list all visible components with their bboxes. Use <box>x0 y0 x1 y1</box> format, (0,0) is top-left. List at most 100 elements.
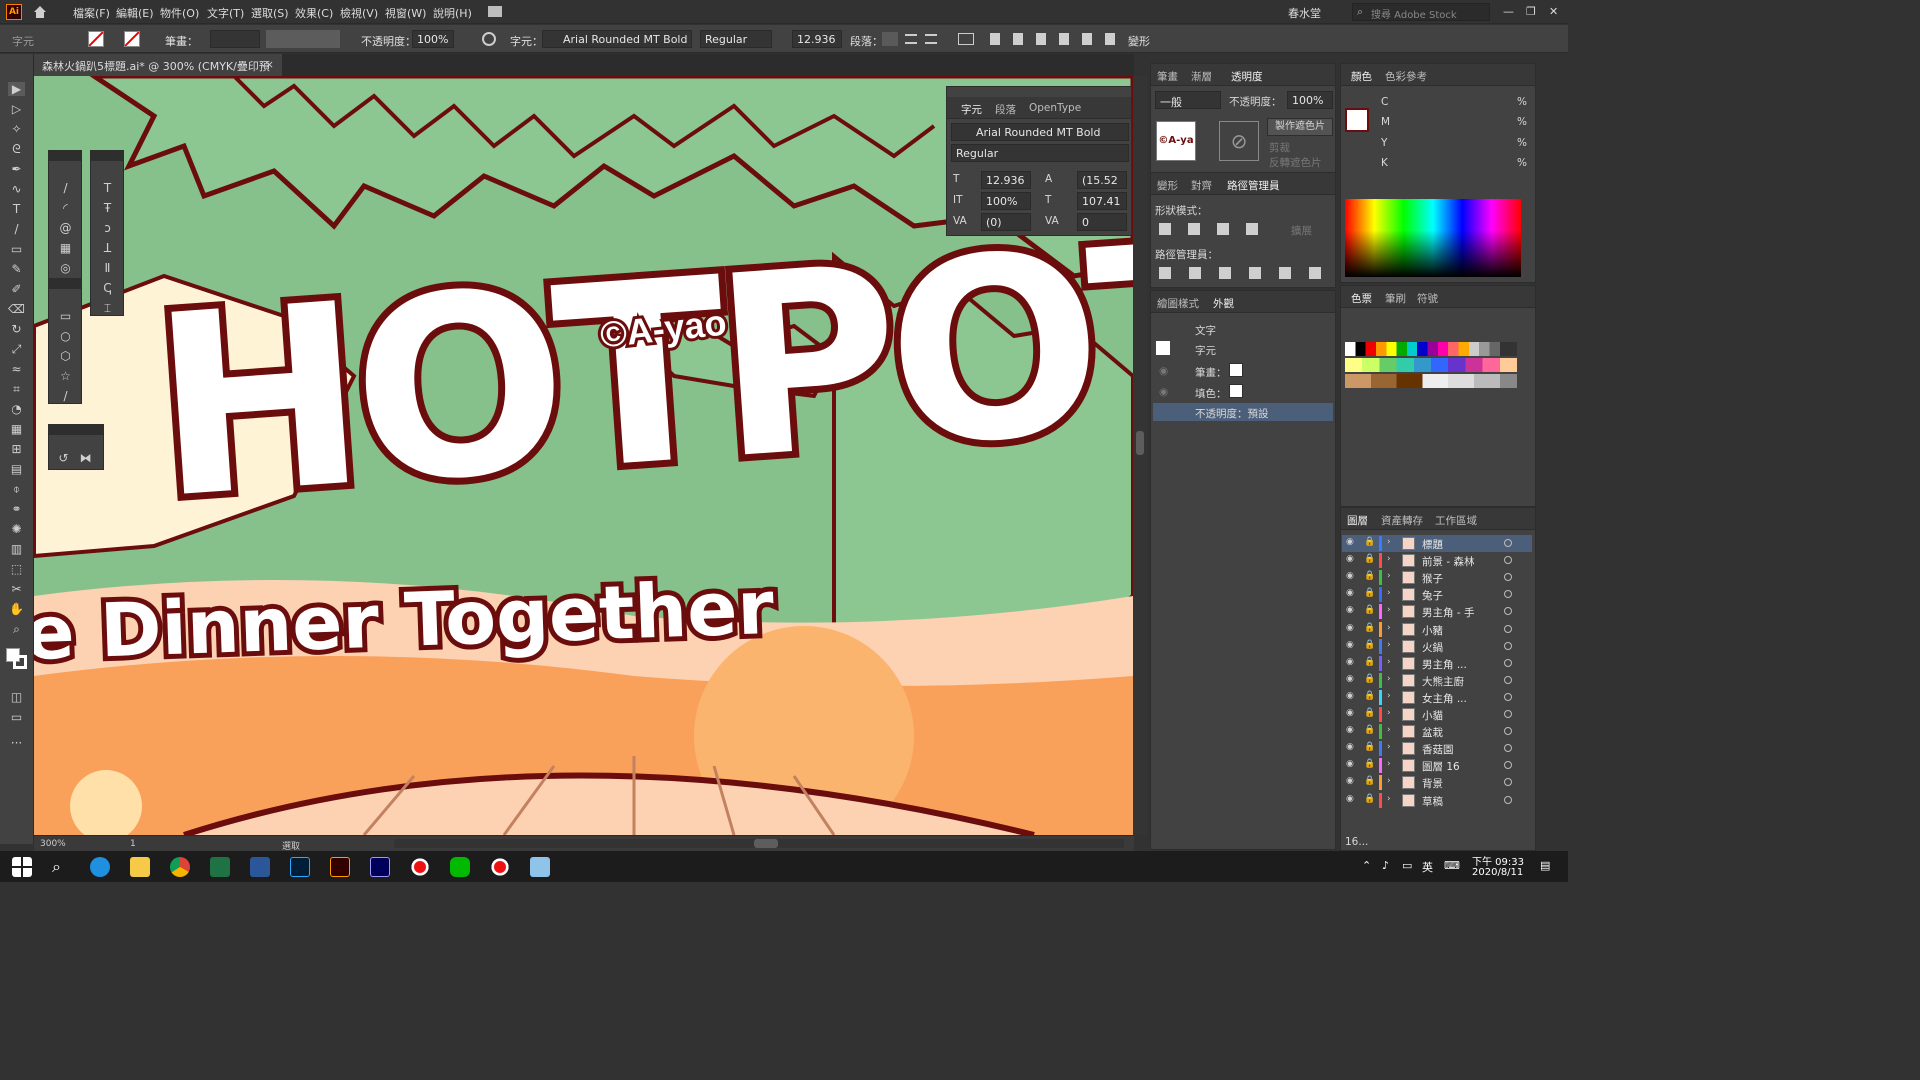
mesh-tool-icon[interactable]: ⊞ <box>8 442 25 456</box>
chevron-right-icon[interactable]: › <box>1387 588 1391 598</box>
rectangle-icon[interactable]: ▭ <box>57 309 74 323</box>
lock-icon[interactable]: 🔒 <box>1364 640 1375 650</box>
color-fill-stroke-icon[interactable] <box>1345 108 1369 132</box>
target-icon[interactable] <box>1504 744 1512 753</box>
star-icon[interactable]: ☆ <box>57 369 74 383</box>
layer-name[interactable]: 女主角 ... <box>1422 691 1467 706</box>
lock-icon[interactable]: 🔒 <box>1364 708 1375 718</box>
visibility-eye-icon[interactable]: ◉ <box>1159 365 1168 377</box>
ellipse-icon[interactable]: ○ <box>57 329 74 343</box>
lock-icon[interactable]: 🔒 <box>1364 794 1375 804</box>
visibility-eye-icon[interactable]: ◉ <box>1346 554 1357 565</box>
make-mask-button[interactable]: 製作遮色片 <box>1267 118 1333 136</box>
tab-graphic-styles[interactable]: 繪圖樣式 <box>1157 296 1199 311</box>
search-icon[interactable]: ⌕ <box>52 857 72 877</box>
arrange-documents-icon[interactable] <box>488 6 502 17</box>
chevron-right-icon[interactable]: › <box>1387 776 1391 786</box>
zoom-level[interactable]: 300% <box>40 839 66 849</box>
shape-builder-icon[interactable]: ◔ <box>8 402 25 416</box>
lock-icon[interactable]: 🔒 <box>1364 776 1375 786</box>
align-left-icon[interactable] <box>882 32 898 46</box>
char-tracking-field[interactable]: 0 <box>1077 213 1127 231</box>
blend-mode-select[interactable]: 一般 <box>1155 91 1221 109</box>
visibility-eye-icon[interactable]: ◉ <box>1346 588 1357 599</box>
photoshop-icon[interactable] <box>290 857 310 877</box>
tab-appearance[interactable]: 外觀 <box>1213 296 1234 311</box>
menu-object[interactable]: 物件(O) <box>160 5 199 21</box>
tab-paragraph[interactable]: 段落 <box>995 102 1016 117</box>
transform-label[interactable]: 變形 <box>1128 33 1150 49</box>
chevron-right-icon[interactable]: › <box>1387 571 1391 581</box>
tab-color[interactable]: 顏色 <box>1351 69 1372 84</box>
layer-name[interactable]: 前景 - 森林 <box>1422 554 1474 569</box>
app-logo[interactable]: Ai <box>6 4 22 20</box>
target-icon[interactable] <box>1504 556 1512 565</box>
align-center-icon[interactable] <box>905 34 917 44</box>
tab-gradient[interactable]: 漸層 <box>1191 69 1212 84</box>
artwork-title-hotpot[interactable]: HOTPOT <box>138 180 1133 561</box>
notepad-icon[interactable] <box>530 857 550 877</box>
network-icon[interactable]: ▭ <box>1402 859 1412 872</box>
pen-tool-icon[interactable]: ✒ <box>8 162 25 176</box>
selection-tool-icon[interactable]: ▶ <box>8 82 25 96</box>
tab-align[interactable]: 對齊 <box>1191 178 1212 193</box>
menu-file[interactable]: 檔案(F) <box>73 5 110 21</box>
layer-name[interactable]: 香菇園 <box>1422 742 1454 757</box>
fill-stroke-icon[interactable] <box>6 648 28 670</box>
magic-wand-icon[interactable]: ✧ <box>8 122 25 136</box>
layer-name[interactable]: 草稿 <box>1422 794 1443 809</box>
tab-opentype[interactable]: OpenType <box>1029 102 1081 114</box>
illustrator-icon[interactable] <box>330 857 350 877</box>
chevron-right-icon[interactable]: › <box>1387 691 1391 701</box>
layer-row[interactable]: ◉ 🔒 › 標題 <box>1342 535 1532 552</box>
direct-selection-tool-icon[interactable]: ▷ <box>8 102 25 116</box>
layer-name[interactable]: 圖層 16 <box>1422 759 1460 774</box>
layer-row[interactable]: ◉ 🔒 › 小貓 <box>1342 706 1532 723</box>
variable-width-profile[interactable] <box>266 30 340 48</box>
layer-row[interactable]: ◉ 🔒 › 前景 - 森林 <box>1342 552 1532 569</box>
visibility-eye-icon[interactable]: ◉ <box>1346 708 1357 719</box>
expand-button[interactable]: 擴展 <box>1291 223 1312 238</box>
gradient-tool-icon[interactable]: ▤ <box>8 462 25 476</box>
lock-icon[interactable]: 🔒 <box>1364 674 1375 684</box>
artboard-canvas[interactable]: HOTPOT e Dinner Together ©A-yao / ◜ @ ▦ … <box>34 76 1133 835</box>
appearance-fill[interactable]: 填色： <box>1195 386 1227 401</box>
menu-effect[interactable]: 效果(C) <box>295 5 333 21</box>
target-icon[interactable] <box>1504 539 1512 547</box>
close-tab-icon[interactable]: × <box>265 58 274 71</box>
layer-name[interactable]: 小貓 <box>1422 708 1443 723</box>
drawing-modes-icon[interactable]: ◫ <box>8 690 25 704</box>
workspace-switcher[interactable]: 春水堂 <box>1288 5 1321 21</box>
document-tab[interactable]: 森林火鍋趴5標題.ai* @ 300% (CMYK/疊印預視) × <box>34 54 282 89</box>
line-tool-icon[interactable]: / <box>8 222 25 236</box>
stroke-none-swatch[interactable] <box>1229 363 1243 377</box>
lasso-icon[interactable]: ᘓ <box>8 142 25 156</box>
swatch-grid-row3[interactable] <box>1345 374 1517 388</box>
symbol-sprayer-icon[interactable]: ✺ <box>8 522 25 536</box>
fill-none-swatch[interactable] <box>1229 384 1243 398</box>
target-icon[interactable] <box>1504 795 1512 804</box>
swatch-grid-row2[interactable] <box>1345 358 1517 372</box>
visibility-eye-icon[interactable]: ◉ <box>1346 571 1357 582</box>
target-icon[interactable] <box>1504 692 1512 701</box>
spiral-tool-icon[interactable]: @ <box>57 221 74 235</box>
chevron-right-icon[interactable]: › <box>1387 708 1391 718</box>
windows-start-icon[interactable] <box>12 857 32 877</box>
more-tools-icon[interactable]: ··· <box>8 736 25 750</box>
shape-mode-buttons[interactable] <box>1159 223 1259 235</box>
chevron-right-icon[interactable]: › <box>1387 742 1391 752</box>
visibility-eye-icon[interactable]: ◉ <box>1346 605 1357 616</box>
target-icon[interactable] <box>1504 607 1512 616</box>
record-icon[interactable] <box>410 857 430 877</box>
type-icon[interactable]: T <box>99 181 116 195</box>
target-icon[interactable] <box>1504 710 1512 718</box>
lock-icon[interactable]: 🔒 <box>1364 554 1375 564</box>
chevron-right-icon[interactable]: › <box>1387 537 1391 547</box>
layer-name[interactable]: 男主角 ... <box>1422 657 1467 672</box>
lock-icon[interactable]: 🔒 <box>1364 725 1375 735</box>
free-transform-icon[interactable]: ⌗ <box>8 382 25 396</box>
font-style-select[interactable]: Regular <box>700 30 772 48</box>
color-spectrum[interactable] <box>1345 199 1521 277</box>
flare-icon[interactable]: / <box>57 389 74 403</box>
invert-mask-checkbox[interactable]: 反轉遮色片 <box>1269 155 1322 170</box>
